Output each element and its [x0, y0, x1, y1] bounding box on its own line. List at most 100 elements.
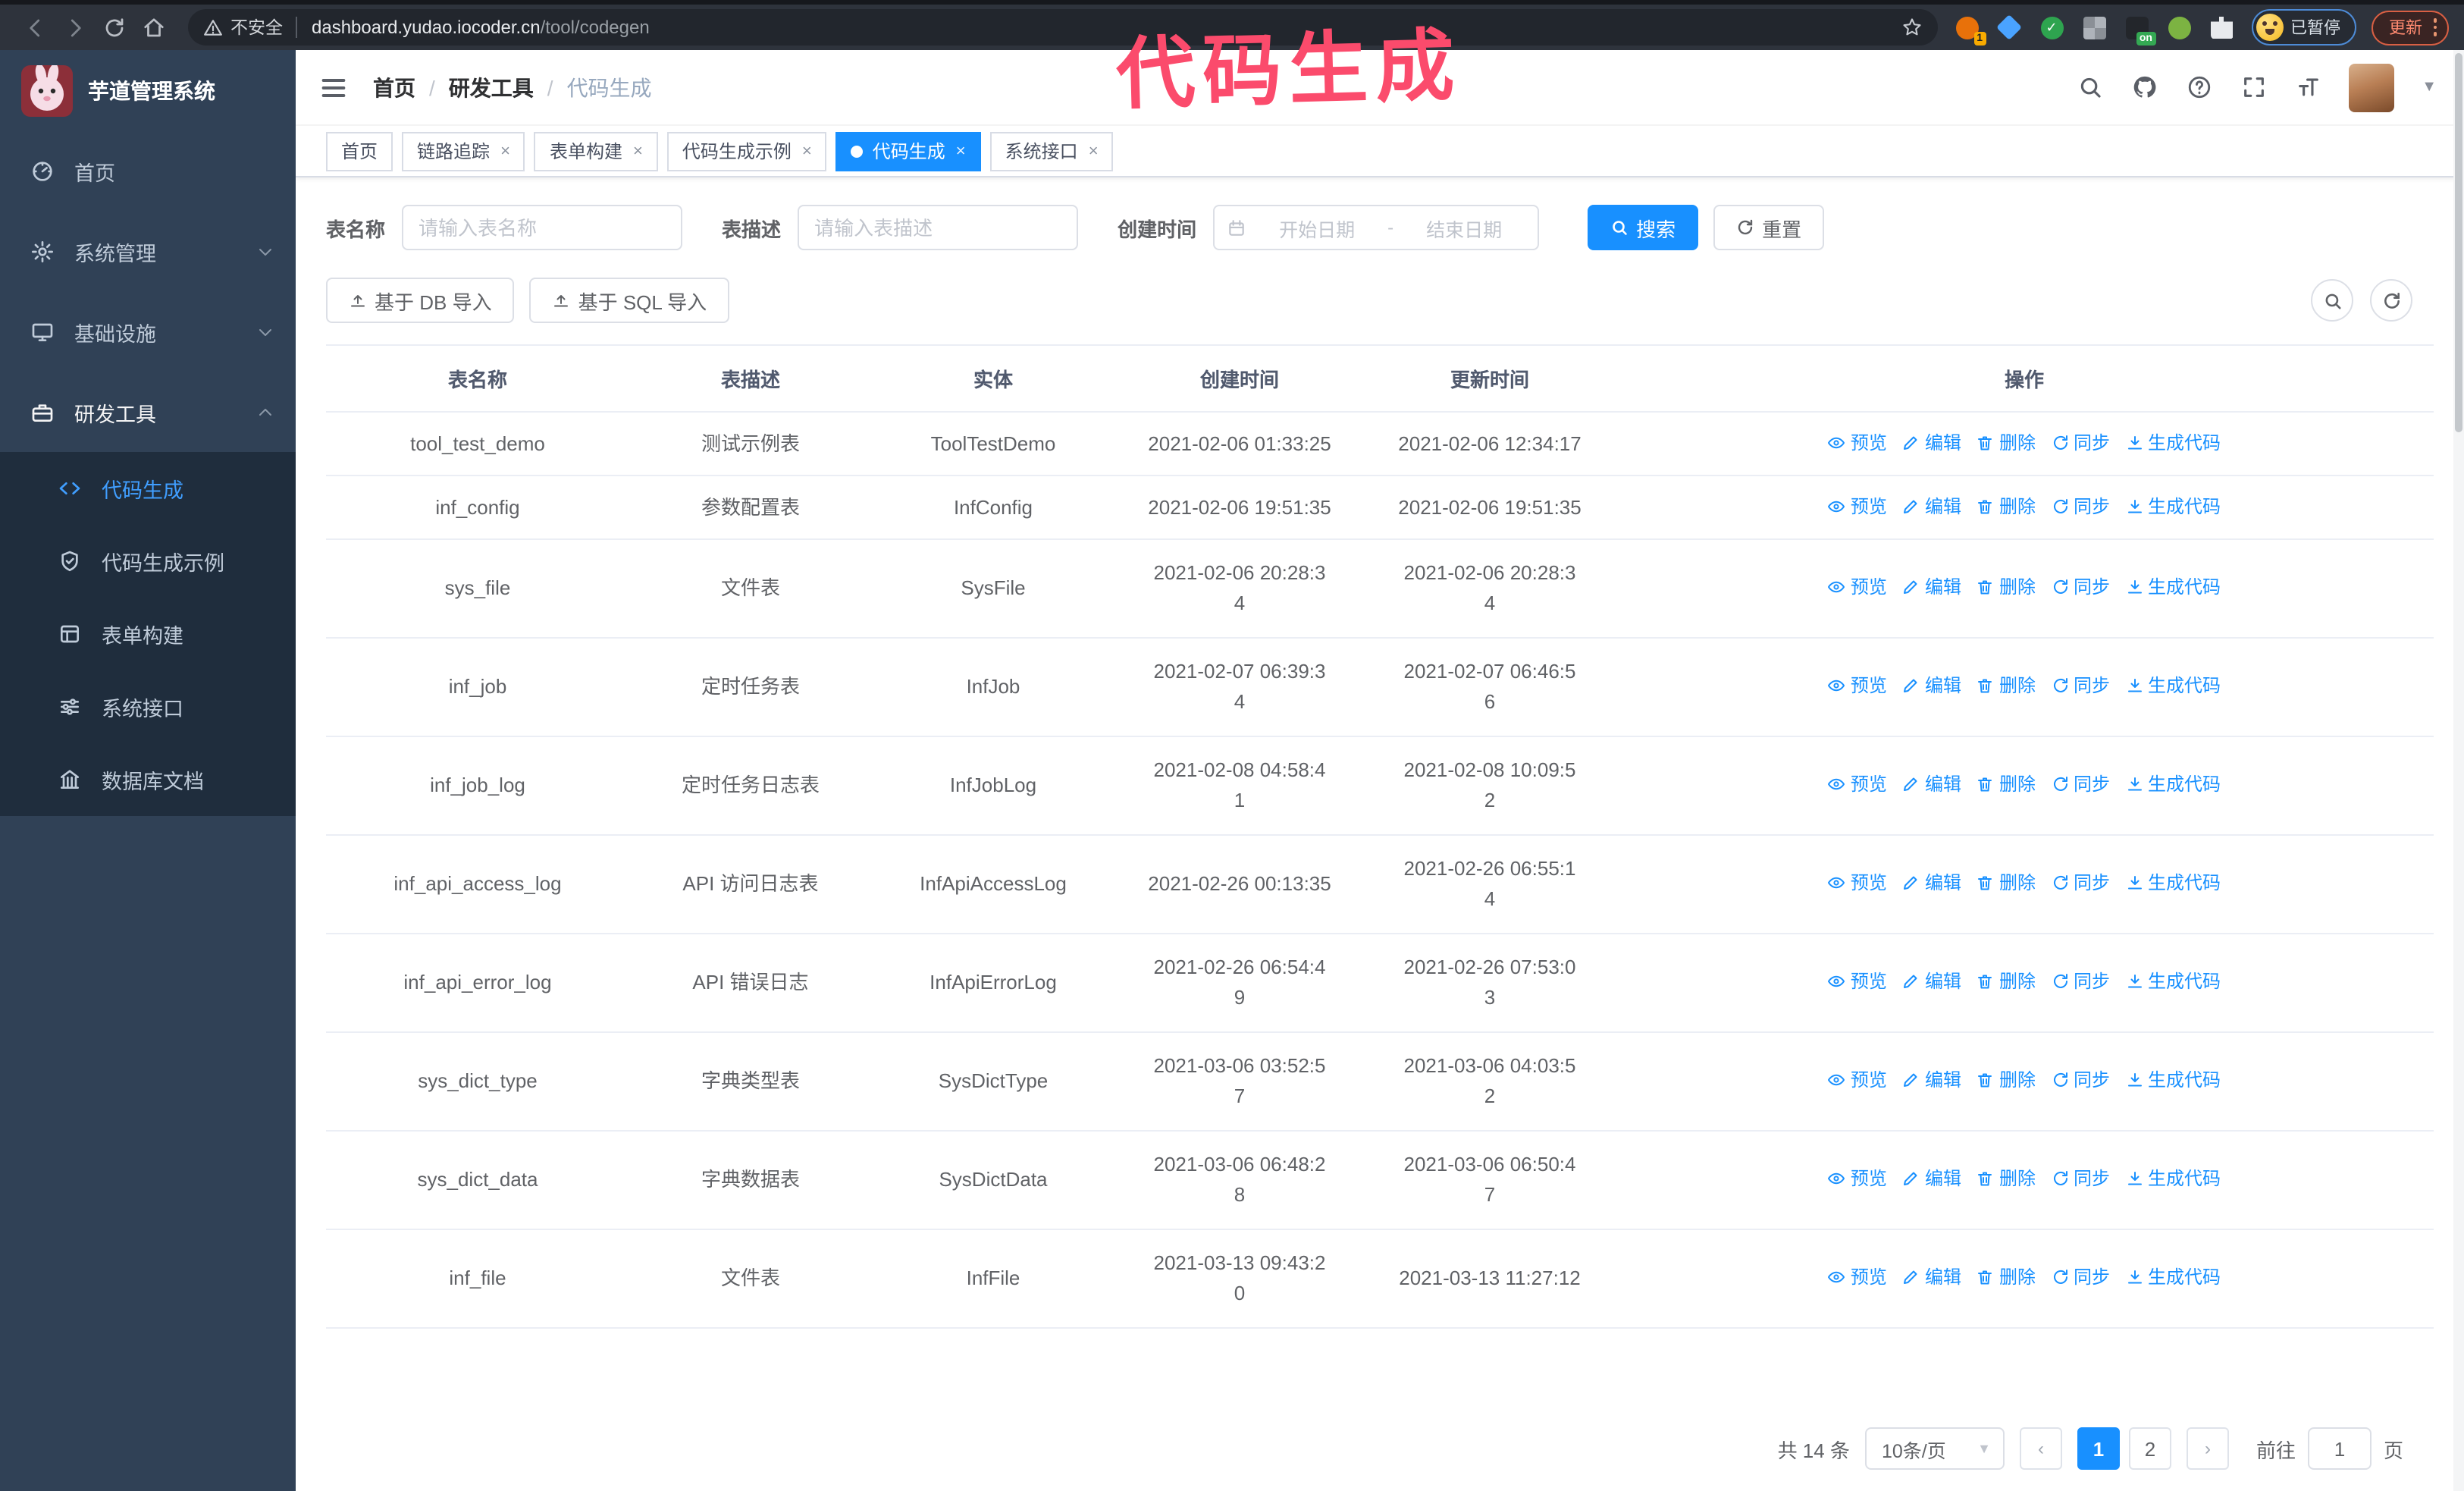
page-size-select[interactable]: 10条/页 ▼: [1864, 1427, 2005, 1470]
action-生成代码[interactable]: 生成代码: [2125, 769, 2221, 799]
action-预览[interactable]: 预览: [1828, 769, 1887, 799]
action-同步[interactable]: 同步: [2051, 572, 2110, 602]
extension-icon-7[interactable]: [2207, 13, 2236, 42]
tab-链路追踪[interactable]: 链路追踪 ×: [402, 131, 525, 171]
action-编辑[interactable]: 编辑: [1902, 966, 1961, 997]
close-icon[interactable]: ×: [633, 142, 643, 160]
sidebar-subitem-系统接口[interactable]: 系统接口: [0, 670, 296, 743]
import-button-基于 DB 导入[interactable]: 基于 DB 导入: [326, 278, 515, 323]
tab-代码生成[interactable]: 代码生成 ×: [835, 131, 981, 171]
action-同步[interactable]: 同步: [2051, 1262, 2110, 1292]
profile-chip[interactable]: 已暂停: [2251, 9, 2356, 46]
action-编辑[interactable]: 编辑: [1902, 868, 1961, 898]
action-预览[interactable]: 预览: [1828, 427, 1887, 457]
sidebar-subitem-代码生成[interactable]: 代码生成: [0, 452, 296, 525]
next-page-button[interactable]: ›: [2186, 1427, 2229, 1470]
sidebar-item-研发工具[interactable]: 研发工具: [0, 372, 296, 452]
sidebar-item-基础设施[interactable]: 基础设施: [0, 291, 296, 372]
action-编辑[interactable]: 编辑: [1902, 670, 1961, 701]
action-删除[interactable]: 删除: [1977, 966, 2036, 997]
action-删除[interactable]: 删除: [1977, 572, 2036, 602]
user-avatar[interactable]: [2349, 63, 2395, 111]
scrollbar-thumb[interactable]: [2455, 53, 2462, 432]
action-编辑[interactable]: 编辑: [1902, 491, 1961, 521]
action-生成代码[interactable]: 生成代码: [2125, 1163, 2221, 1194]
action-编辑[interactable]: 编辑: [1902, 1262, 1961, 1292]
action-删除[interactable]: 删除: [1977, 1065, 2036, 1095]
address-bar[interactable]: 不安全 dashboard.yudao.iocoder.cn/tool/code…: [188, 9, 1937, 46]
action-生成代码[interactable]: 生成代码: [2125, 1065, 2221, 1095]
action-删除[interactable]: 删除: [1977, 1163, 2036, 1194]
action-生成代码[interactable]: 生成代码: [2125, 491, 2221, 521]
action-生成代码[interactable]: 生成代码: [2125, 670, 2221, 701]
extension-icon-2[interactable]: [1995, 13, 2024, 42]
refresh-icon[interactable]: [2370, 279, 2412, 322]
action-删除[interactable]: 删除: [1977, 670, 2036, 701]
table-desc-input[interactable]: [798, 205, 1079, 250]
tab-系统接口[interactable]: 系统接口 ×: [989, 131, 1114, 171]
action-删除[interactable]: 删除: [1977, 491, 2036, 521]
date-range-picker[interactable]: 开始日期 - 结束日期: [1213, 205, 1540, 250]
action-预览[interactable]: 预览: [1828, 670, 1887, 701]
action-编辑[interactable]: 编辑: [1902, 769, 1961, 799]
action-生成代码[interactable]: 生成代码: [2125, 572, 2221, 602]
sidebar-item-首页[interactable]: 首页: [0, 130, 296, 211]
action-同步[interactable]: 同步: [2051, 1065, 2110, 1095]
action-生成代码[interactable]: 生成代码: [2125, 427, 2221, 457]
update-button[interactable]: 更新: [2371, 10, 2449, 45]
action-同步[interactable]: 同步: [2051, 670, 2110, 701]
action-删除[interactable]: 删除: [1977, 1262, 2036, 1292]
action-删除[interactable]: 删除: [1977, 427, 2036, 457]
prev-page-button[interactable]: ‹: [2019, 1427, 2062, 1470]
goto-page-input[interactable]: [2307, 1427, 2372, 1470]
page-scrollbar[interactable]: [2453, 50, 2464, 1491]
extension-icon-1[interactable]: 1: [1952, 13, 1986, 45]
action-删除[interactable]: 删除: [1977, 769, 2036, 799]
action-删除[interactable]: 删除: [1977, 868, 2036, 898]
reload-icon[interactable]: [94, 8, 133, 47]
forward-icon[interactable]: [55, 8, 94, 47]
home-icon[interactable]: [133, 8, 173, 47]
extension-icon-6[interactable]: [2165, 13, 2193, 42]
app-logo[interactable]: 芋道管理系统: [0, 50, 296, 130]
action-预览[interactable]: 预览: [1828, 572, 1887, 602]
close-icon[interactable]: ×: [1089, 142, 1099, 160]
action-同步[interactable]: 同步: [2051, 1163, 2110, 1194]
extension-icon-5[interactable]: on: [2122, 13, 2155, 45]
toggle-search-icon[interactable]: [2311, 279, 2353, 322]
close-icon[interactable]: ×: [500, 142, 510, 160]
action-同步[interactable]: 同步: [2051, 868, 2110, 898]
page-button-2[interactable]: 2: [2128, 1427, 2171, 1470]
action-编辑[interactable]: 编辑: [1902, 572, 1961, 602]
extension-icon-3[interactable]: ✓: [2037, 13, 2066, 42]
action-同步[interactable]: 同步: [2051, 769, 2110, 799]
import-button-基于 SQL 导入[interactable]: 基于 SQL 导入: [529, 278, 730, 323]
tab-表单构建[interactable]: 表单构建 ×: [534, 131, 658, 171]
caret-down-icon[interactable]: ▼: [2422, 79, 2437, 96]
sidebar-subitem-数据库文档[interactable]: 数据库文档: [0, 743, 296, 816]
breadcrumb-item[interactable]: 首页: [373, 72, 415, 102]
breadcrumb-item[interactable]: 研发工具: [449, 72, 534, 102]
bookmark-star-icon[interactable]: [1901, 17, 1922, 38]
help-icon[interactable]: [2185, 74, 2212, 101]
action-预览[interactable]: 预览: [1828, 491, 1887, 521]
action-编辑[interactable]: 编辑: [1902, 1065, 1961, 1095]
extension-icon-4[interactable]: [2080, 13, 2108, 42]
action-预览[interactable]: 预览: [1828, 1163, 1887, 1194]
close-icon[interactable]: ×: [802, 142, 812, 160]
action-生成代码[interactable]: 生成代码: [2125, 868, 2221, 898]
tab-代码生成示例[interactable]: 代码生成示例 ×: [666, 131, 827, 171]
close-icon[interactable]: ×: [956, 142, 966, 160]
text-size-icon[interactable]: [2294, 74, 2321, 101]
page-button-1[interactable]: 1: [2077, 1427, 2120, 1470]
fullscreen-icon[interactable]: [2240, 74, 2267, 101]
action-同步[interactable]: 同步: [2051, 491, 2110, 521]
hamburger-icon[interactable]: [318, 72, 349, 102]
reset-button[interactable]: 重置: [1713, 205, 1825, 250]
search-icon[interactable]: [2076, 74, 2103, 101]
action-生成代码[interactable]: 生成代码: [2125, 966, 2221, 997]
action-同步[interactable]: 同步: [2051, 427, 2110, 457]
action-编辑[interactable]: 编辑: [1902, 427, 1961, 457]
action-预览[interactable]: 预览: [1828, 966, 1887, 997]
sidebar-subitem-表单构建[interactable]: 表单构建: [0, 598, 296, 670]
